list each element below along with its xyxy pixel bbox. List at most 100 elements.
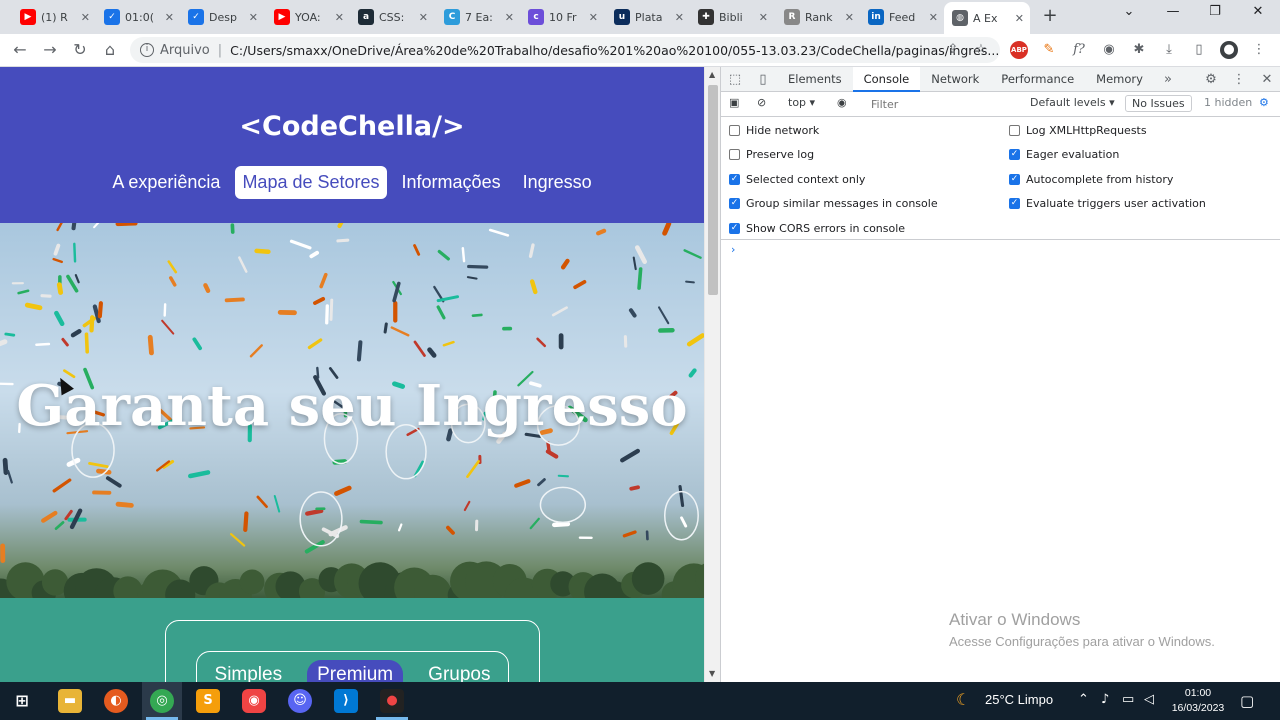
page-scrollbar[interactable]: ▲ ▼ bbox=[704, 67, 720, 682]
sidebar-toggle-icon[interactable]: ▣ bbox=[729, 96, 739, 109]
browser-tab[interactable]: in Feed ✕ bbox=[860, 4, 944, 30]
recorder-app-icon[interactable]: ● bbox=[380, 689, 404, 713]
new-tab-button[interactable]: + bbox=[1040, 6, 1060, 26]
devtools-tab[interactable]: Performance bbox=[990, 67, 1085, 92]
network-icon[interactable]: ▭ bbox=[1122, 692, 1134, 707]
console-settings-gear-icon[interactable]: ⚙ bbox=[1259, 96, 1269, 109]
microphone-icon[interactable]: ♪ bbox=[1101, 692, 1109, 707]
close-tab-icon[interactable]: ✕ bbox=[165, 11, 174, 24]
browser-tab[interactable]: c 10 Fr ✕ bbox=[520, 4, 604, 30]
settings-gear-icon[interactable]: ⚙ bbox=[1197, 72, 1225, 87]
site-logo[interactable]: <CodeChella/> bbox=[0, 111, 704, 142]
discord-icon[interactable]: ☺ bbox=[288, 689, 312, 713]
weather-text[interactable]: 25°C Limpo bbox=[985, 692, 1053, 707]
show-hidden-icons-icon[interactable]: ⌃ bbox=[1078, 692, 1089, 707]
close-tab-icon[interactable]: ✕ bbox=[249, 11, 258, 24]
live-expression-eye-icon[interactable]: ◉ bbox=[837, 96, 847, 109]
nav-link[interactable]: Ingresso bbox=[516, 166, 599, 199]
console-setting-option[interactable]: ✓ Evaluate triggers user activation bbox=[1009, 197, 1206, 210]
back-arrow-icon[interactable]: ← bbox=[10, 40, 30, 60]
inspect-element-icon[interactable]: ⬚ bbox=[721, 72, 749, 87]
close-tab-icon[interactable]: ✕ bbox=[929, 11, 938, 24]
share-icon[interactable]: ⇪ bbox=[944, 41, 962, 59]
nav-link[interactable]: Informações bbox=[395, 166, 508, 199]
minimize-button[interactable]: — bbox=[1158, 4, 1188, 19]
devtools-tab[interactable]: Elements bbox=[777, 67, 853, 92]
device-toolbar-icon[interactable]: ▯ bbox=[749, 72, 777, 87]
nav-link[interactable]: Mapa de Setores bbox=[235, 166, 387, 199]
console-setting-option[interactable]: ✓ Autocomplete from history bbox=[1009, 173, 1173, 186]
restore-button[interactable]: ❐ bbox=[1200, 4, 1230, 19]
ticket-type-tab[interactable]: Grupos bbox=[418, 660, 500, 682]
checkbox[interactable] bbox=[729, 149, 740, 161]
browser-tab[interactable]: ✓ 01:0(✕ bbox=[96, 4, 180, 30]
url-text[interactable]: C:/Users/smaxx/OneDrive/Área%20de%20Trab… bbox=[230, 43, 1000, 58]
address-bar[interactable]: i Arquivo | C:/Users/smaxx/OneDrive/Área… bbox=[130, 37, 1000, 63]
browser-tab[interactable]: ▶ YOA: ✕ bbox=[266, 4, 350, 30]
devtools-tab[interactable]: Network bbox=[920, 67, 990, 92]
browser-tab[interactable]: C 7 Ea: ✕ bbox=[436, 4, 520, 30]
console-setting-option[interactable]: Log XMLHttpRequests bbox=[1009, 124, 1147, 137]
browser-tab[interactable]: ▶ (1) R ✕ bbox=[12, 4, 96, 30]
adblock-icon[interactable]: ABP bbox=[1010, 41, 1028, 59]
menu-kebab-icon[interactable]: ⋮ bbox=[1250, 41, 1268, 59]
home-icon[interactable]: ⌂ bbox=[100, 40, 120, 60]
console-setting-option[interactable]: Preserve log bbox=[729, 148, 814, 161]
scroll-up-icon[interactable]: ▲ bbox=[709, 70, 715, 79]
browser-tab[interactable]: a CSS: ✕ bbox=[350, 4, 434, 30]
console-setting-option[interactable]: ✓ Selected context only bbox=[729, 173, 865, 186]
sublime-text-icon[interactable]: S bbox=[196, 689, 220, 713]
firefox-icon[interactable]: ◐ bbox=[104, 689, 128, 713]
screen-recorder-icon[interactable]: ◉ bbox=[242, 689, 266, 713]
console-prompt[interactable]: › bbox=[731, 243, 735, 256]
reload-icon[interactable]: ↻ bbox=[70, 40, 90, 60]
checkbox[interactable] bbox=[1009, 125, 1020, 136]
windows-start-icon[interactable]: ⊞ bbox=[10, 689, 34, 713]
notifications-icon[interactable]: ▢ bbox=[1240, 692, 1254, 710]
more-tabs-icon[interactable]: » bbox=[1154, 72, 1182, 87]
close-tab-icon[interactable]: ✕ bbox=[419, 11, 428, 24]
console-setting-option[interactable]: ✓ Show CORS errors in console bbox=[729, 222, 905, 235]
file-explorer-icon[interactable]: ▬ bbox=[58, 689, 82, 713]
checkbox[interactable]: ✓ bbox=[729, 198, 740, 210]
nav-link[interactable]: A experiência bbox=[105, 166, 227, 199]
console-setting-option[interactable]: ✓ Group similar messages in console bbox=[729, 197, 938, 210]
chrome-icon[interactable]: ◎ bbox=[150, 689, 174, 713]
profile-avatar[interactable]: ● bbox=[1220, 41, 1238, 59]
function-icon[interactable]: f? bbox=[1070, 41, 1088, 59]
devtools-close-icon[interactable]: ✕ bbox=[1253, 72, 1280, 87]
close-tab-icon[interactable]: ✕ bbox=[1015, 12, 1024, 25]
browser-tab[interactable]: ◍ A Ex ✕ bbox=[944, 2, 1030, 34]
issues-button[interactable]: No Issues bbox=[1125, 95, 1192, 112]
close-tab-icon[interactable]: ✕ bbox=[589, 11, 598, 24]
checkbox[interactable]: ✓ bbox=[729, 222, 740, 234]
console-filter-input[interactable] bbox=[869, 95, 1019, 114]
checkbox[interactable]: ✓ bbox=[1009, 149, 1020, 161]
browser-tab[interactable]: ✚ Bibli ✕ bbox=[690, 4, 774, 30]
checkbox[interactable]: ✓ bbox=[729, 173, 740, 185]
extensions-puzzle-icon[interactable]: ✱ bbox=[1130, 41, 1148, 59]
checkbox[interactable]: ✓ bbox=[1009, 173, 1020, 185]
download-icon[interactable]: ⤓ bbox=[1160, 41, 1178, 59]
browser-tab[interactable]: ✓ Desp ✕ bbox=[180, 4, 264, 30]
close-tab-icon[interactable]: ✕ bbox=[335, 11, 344, 24]
clear-console-icon[interactable]: ⊘ bbox=[757, 96, 766, 109]
vscode-icon[interactable]: ⟩ bbox=[334, 689, 358, 713]
ticket-type-tab[interactable]: Premium bbox=[307, 660, 404, 682]
scroll-down-icon[interactable]: ▼ bbox=[709, 669, 715, 678]
checkbox[interactable] bbox=[729, 125, 740, 136]
browser-tab[interactable]: R Rank ✕ bbox=[776, 4, 860, 30]
close-tab-icon[interactable]: ✕ bbox=[81, 11, 90, 24]
tab-search-icon[interactable]: ⌄ bbox=[1114, 4, 1144, 19]
devtools-tab[interactable]: Console bbox=[852, 66, 921, 92]
weather-moon-icon[interactable]: ☾ bbox=[956, 690, 970, 709]
close-window-button[interactable]: ✕ bbox=[1243, 4, 1273, 19]
checkbox[interactable]: ✓ bbox=[1009, 198, 1020, 210]
console-setting-option[interactable]: ✓ Eager evaluation bbox=[1009, 148, 1119, 161]
ticket-type-tab[interactable]: Simples bbox=[205, 660, 293, 682]
browser-tab[interactable]: u Plata ✕ bbox=[606, 4, 690, 30]
close-tab-icon[interactable]: ✕ bbox=[675, 11, 684, 24]
console-setting-option[interactable]: Hide network bbox=[729, 124, 819, 137]
devtools-tab[interactable]: Memory bbox=[1085, 67, 1154, 92]
side-panel-icon[interactable]: ▯ bbox=[1190, 41, 1208, 59]
